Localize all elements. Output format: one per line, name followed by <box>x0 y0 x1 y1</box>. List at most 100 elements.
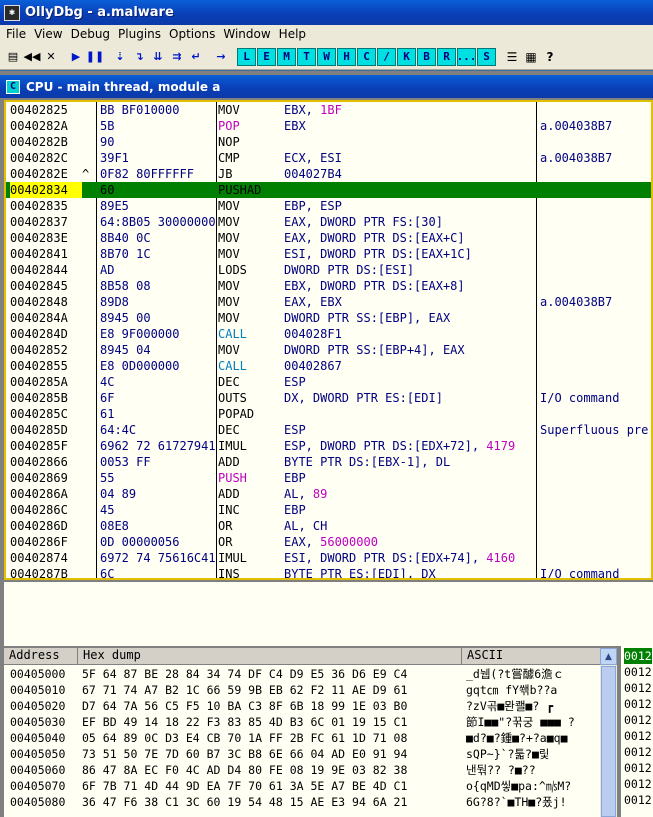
disasm-row[interactable]: 0040286F 0D 00000056 OR EAX, 56000000 <box>6 534 651 550</box>
disasm-row[interactable]: 00402869 55 PUSH EBP <box>6 470 651 486</box>
help-icon[interactable]: ? <box>541 48 559 66</box>
disasm-row[interactable]: 0040285F 6962 72 61727941 IMUL ESP, DWORD P… <box>6 438 651 454</box>
disasm-row[interactable]: 00402841 8B70 1C MOV ESI, DWORD PTR DS:[EAX… <box>6 246 651 262</box>
stack-row[interactable]: 0012 <box>624 744 652 760</box>
disasm-row[interactable]: 0040285C 61 POPAD <box>6 406 651 422</box>
window-button-s[interactable]: S <box>477 47 496 66</box>
disasm-row[interactable]: 0040282A 5B POP EBX a.004038B7 <box>6 118 651 134</box>
restart-icon[interactable]: ◀◀ <box>23 48 41 66</box>
disasm-row[interactable]: 00402845 8B58 08 MOV EBX, DWORD PTR DS:[EAX… <box>6 278 651 294</box>
disasm-row[interactable]: 0040284A 8945 00 MOV DWORD PTR SS:[EBP], EA… <box>6 310 651 326</box>
stack-row[interactable]: 0012 <box>624 792 652 808</box>
disasm-row[interactable]: 00402855 E8 0D000000 CALL 00402867 <box>6 358 651 374</box>
dump-address: 00405080 <box>10 795 66 809</box>
disasm-hex: 6962 72 61727941 <box>100 439 216 453</box>
stack-row[interactable]: 0012 <box>624 664 652 680</box>
run-icon[interactable]: ▶ <box>67 48 85 66</box>
disasm-mnemonic: CALL <box>218 359 247 373</box>
trace-into-icon[interactable]: ⇊ <box>149 48 167 66</box>
scroll-thumb[interactable] <box>601 666 616 817</box>
menu-plugins[interactable]: Plugins <box>114 26 165 43</box>
menu-help[interactable]: Help <box>275 26 310 43</box>
colors-icon[interactable]: ▦ <box>522 48 540 66</box>
disasm-hex: 45 <box>100 503 115 517</box>
disasm-row[interactable]: 0040285B 6F OUTS DX, DWORD PTR ES:[EDI] I/O … <box>6 390 651 406</box>
disasm-row[interactable]: 0040283E 8B40 0C MOV EAX, DWORD PTR DS:[EAX… <box>6 230 651 246</box>
disasm-comment: I/O command <box>540 567 620 580</box>
trace-over-icon[interactable]: ⇉ <box>168 48 186 66</box>
list-icon[interactable]: ☰ <box>503 48 521 66</box>
dump-scrollbar[interactable]: ▲ <box>600 648 617 817</box>
hex-dump-pane[interactable]: Address Hex dump ASCII 00405000 5F 64 87 … <box>4 648 600 817</box>
menu-debug[interactable]: Debug <box>67 26 114 43</box>
stack-row[interactable]: 0012 <box>624 680 652 696</box>
stack-row[interactable]: 0012 <box>624 696 652 712</box>
disasm-comment: a.004038B7 <box>540 151 613 165</box>
scroll-up-arrow-icon[interactable]: ▲ <box>600 648 617 665</box>
disasm-row[interactable]: 0040282B 90 NOP <box>6 134 651 150</box>
menu-window[interactable]: Window <box>219 26 274 43</box>
disasm-row[interactable]: 0040286D 08E8 OR AL, CH <box>6 518 651 534</box>
menu-options[interactable]: Options <box>165 26 219 43</box>
stack-row[interactable]: 0012 <box>624 776 652 792</box>
step-over-icon[interactable]: ↴ <box>130 48 148 66</box>
disasm-row[interactable]: 00402848 89D8 MOV EAX, EBX a.004038B7 <box>6 294 651 310</box>
window-button-k[interactable]: K <box>397 47 416 66</box>
window-button-slash[interactable]: / <box>377 47 396 66</box>
disasm-row[interactable]: 0040285D 64:4C DEC ESP Superfluous pre <box>6 422 651 438</box>
disasm-row[interactable]: 0040282C 39F1 CMP ECX, ESI a.004038B7 <box>6 150 651 166</box>
window-button-w[interactable]: W <box>317 47 336 66</box>
disasm-operands: EAX, DWORD PTR FS:[30] <box>284 215 443 229</box>
step-into-icon[interactable]: ⇣ <box>111 48 129 66</box>
disasm-jump-marker: ^ <box>82 167 90 181</box>
close-icon[interactable]: ✕ <box>42 48 60 66</box>
open-icon[interactable]: ▤ <box>4 48 22 66</box>
disasm-row[interactable]: 0040285A 4C DEC ESP <box>6 374 651 390</box>
disasm-row[interactable]: 00402834 60 PUSHAD <box>6 182 651 198</box>
dump-address: 00405000 <box>10 667 66 681</box>
window-button-m[interactable]: M <box>277 47 296 66</box>
dump-header: Address Hex dump ASCII <box>4 648 600 665</box>
menu-file[interactable]: File <box>2 26 30 43</box>
stack-row[interactable]: 0012 <box>624 760 652 776</box>
disasm-address: 00402844 <box>10 263 68 277</box>
pause-icon[interactable]: ❚❚ <box>86 48 104 66</box>
stack-pane[interactable]: 0012 0012 0012 0012 0012 0012 0012 0012 0012 0012 <box>619 646 653 817</box>
disasm-row[interactable]: 00402825 BB BF010000 MOV EBX, 1BF <box>6 102 651 118</box>
window-button-e[interactable]: E <box>257 47 276 66</box>
dump-header-address[interactable]: Address <box>4 648 78 665</box>
disasm-row[interactable]: 00402835 89E5 MOV EBP, ESP <box>6 198 651 214</box>
window-button-l[interactable]: L <box>237 47 256 66</box>
disasm-row[interactable]: 0040284D E8 9F000000 CALL 004028F1 <box>6 326 651 342</box>
disasm-hex: 6F <box>100 391 115 405</box>
window-button-r[interactable]: R <box>437 47 456 66</box>
disasm-mnemonic: IMUL <box>218 551 247 565</box>
stack-row[interactable]: 0012 <box>624 648 652 664</box>
window-button-ellipsis[interactable]: ... <box>457 47 476 66</box>
disasm-row[interactable]: 00402837 64:8B05 30000000 MOV EAX, DWORD PT… <box>6 214 651 230</box>
info-pane[interactable] <box>4 580 653 646</box>
stack-row[interactable]: 0012 <box>624 728 652 744</box>
go-to-address-icon[interactable]: → <box>212 48 230 66</box>
execute-till-return-icon[interactable]: ↵ <box>187 48 205 66</box>
menu-view[interactable]: View <box>30 26 66 43</box>
disasm-row[interactable]: 0040286A 04 89 ADD AL, 89 <box>6 486 651 502</box>
window-button-t[interactable]: T <box>297 47 316 66</box>
disasm-row[interactable]: 00402852 8945 04 MOV DWORD PTR SS:[EBP+4], … <box>6 342 651 358</box>
disasm-row[interactable]: 00402844 AD LODS DWORD PTR DS:[ESI] <box>6 262 651 278</box>
window-button-c[interactable]: C <box>357 47 376 66</box>
disasm-row[interactable]: 0040286C 45 INC EBP <box>6 502 651 518</box>
disassembly-pane[interactable]: 00402825 BB BF010000 MOV EBX, 1BF 0040282A 5B… <box>4 100 653 580</box>
disasm-row[interactable]: 0040282E ^ 0F82 80FFFFFF JB 004027B4 <box>6 166 651 182</box>
window-button-b[interactable]: B <box>417 47 436 66</box>
cpu-window-caption[interactable]: C CPU - main thread, module a <box>0 75 653 98</box>
disasm-row[interactable]: 0040287B 6C INS BYTE PTR ES:[EDI], DX I/O co… <box>6 566 651 580</box>
dump-header-ascii[interactable]: ASCII <box>462 648 600 665</box>
disasm-operands: AL, 89 <box>284 487 328 501</box>
window-button-h[interactable]: H <box>337 47 356 66</box>
disasm-row[interactable]: 00402874 6972 74 75616C41 IMUL ESI, DWORD P… <box>6 550 651 566</box>
dump-header-hex[interactable]: Hex dump <box>78 648 462 665</box>
disasm-row[interactable]: 00402866 0053 FF ADD BYTE PTR DS:[EBX-1], D… <box>6 454 651 470</box>
disasm-operands: ESP, DWORD PTR DS:[EDX+72], 4179 <box>284 439 516 453</box>
stack-row[interactable]: 0012 <box>624 712 652 728</box>
